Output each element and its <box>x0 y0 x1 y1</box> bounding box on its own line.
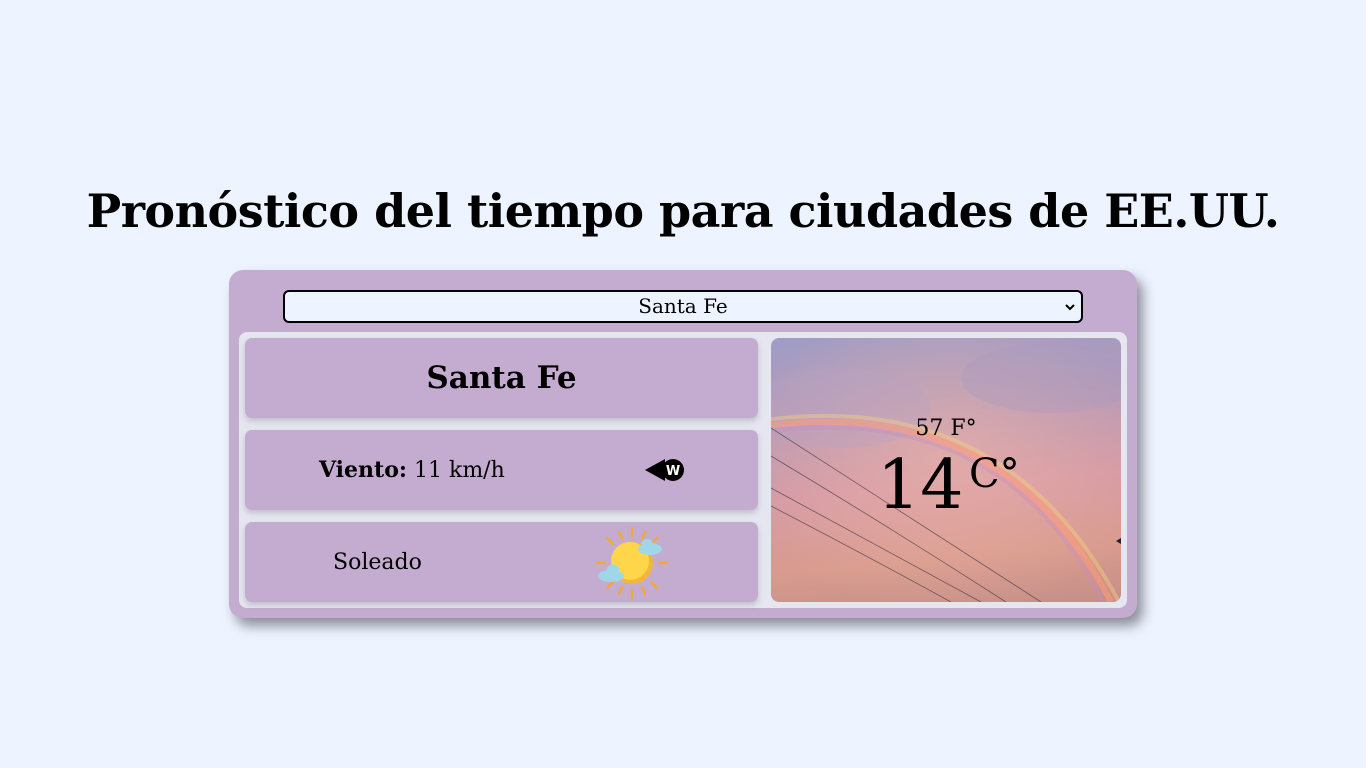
page-title: Pronóstico del tiempo para ciudades de E… <box>86 184 1280 238</box>
condition-text: Soleado <box>333 550 422 575</box>
temperature-celsius: 14 <box>877 446 964 525</box>
wind-direction-letter: W <box>666 464 680 479</box>
wind-direction-icon: W <box>645 459 684 481</box>
temperature-fahrenheit: 57 F° <box>915 416 977 441</box>
city-tile: Santa Fe <box>245 338 758 418</box>
weather-card: Santa Fe Santa Fe Viento: 11 km/h W Sole… <box>229 270 1137 618</box>
temperature-photo-panel: 57 F° 14 C° <box>771 338 1121 602</box>
wind-label: Viento: <box>319 457 407 483</box>
city-select[interactable]: Santa Fe <box>283 290 1083 323</box>
wind-tile: Viento: 11 km/h W <box>245 430 758 510</box>
city-select-value: Santa Fe <box>638 294 728 318</box>
wind-value: 11 km/h <box>414 458 505 483</box>
condition-tile: Soleado <box>245 522 758 602</box>
city-name: Santa Fe <box>426 360 577 396</box>
wind-info: Viento: 11 km/h <box>319 457 505 484</box>
chevron-down-icon <box>1065 304 1075 311</box>
temperature-celsius-unit: C° <box>969 451 1020 497</box>
page: Pronóstico del tiempo para ciudades de E… <box>0 0 1366 768</box>
weather-panel: Santa Fe Viento: 11 km/h W Soleado 57 F°… <box>239 332 1127 608</box>
partly-sunny-icon <box>595 526 669 600</box>
